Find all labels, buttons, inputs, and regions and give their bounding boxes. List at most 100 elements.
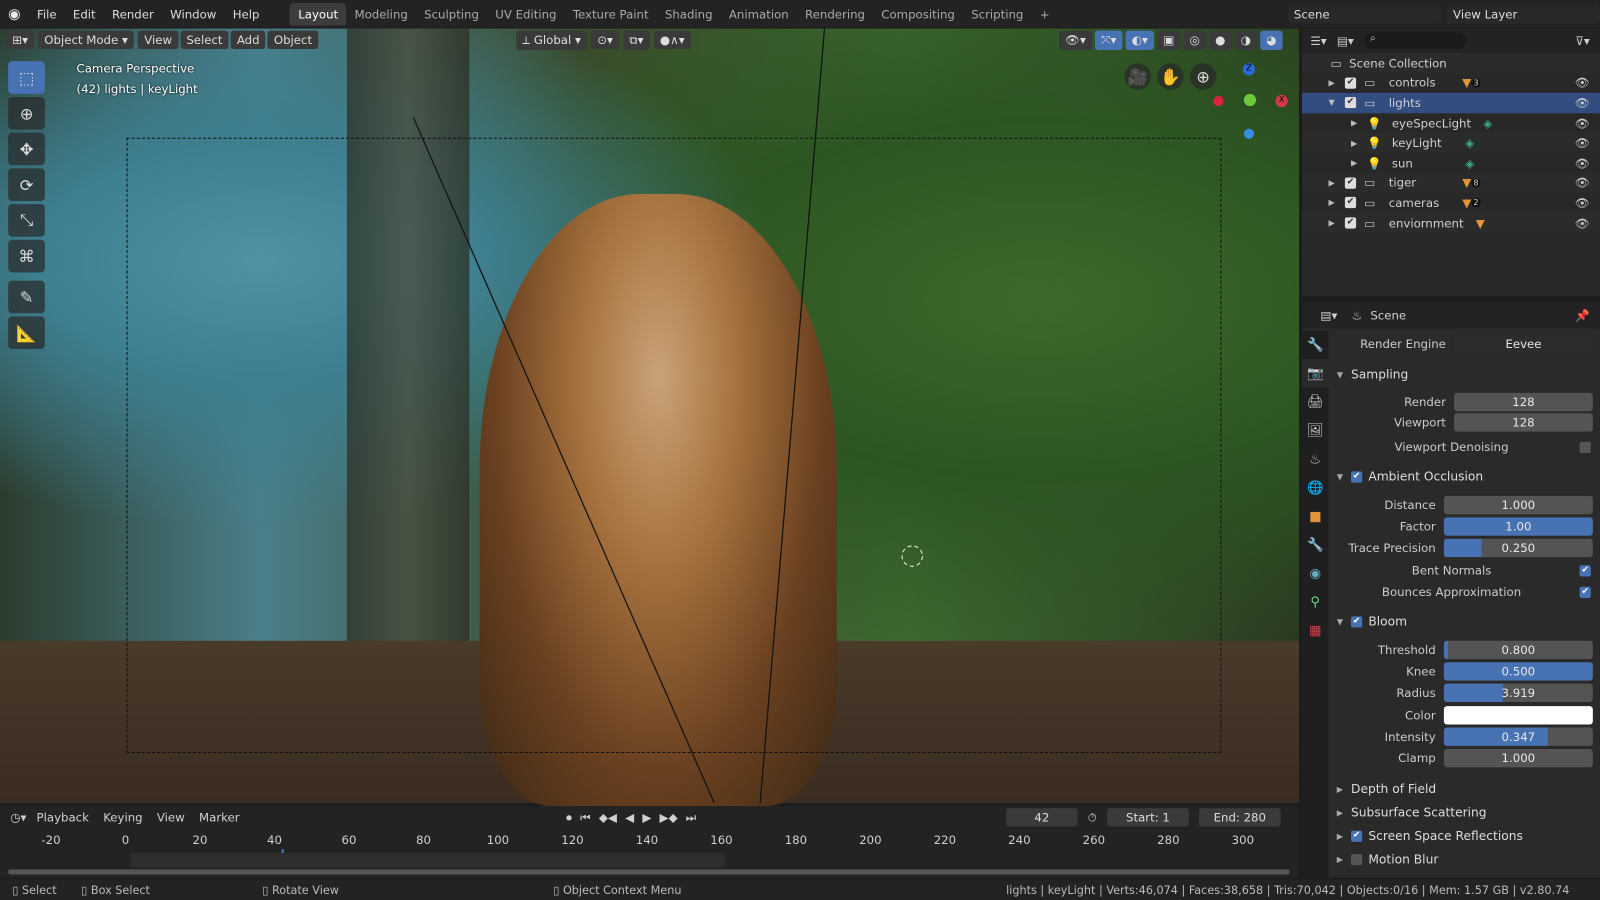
timeline-menu-playback[interactable]: Playback — [37, 810, 89, 824]
shading-rendered[interactable]: ◕ — [1260, 30, 1283, 50]
viewport-menu-object[interactable]: Object — [267, 30, 319, 49]
move-tool-icon[interactable]: ✥ — [8, 132, 45, 166]
collapsed-arrow-icon[interactable]: ▶ — [1351, 118, 1367, 127]
bloom-color-field[interactable] — [1443, 706, 1593, 725]
cursor-tool-icon[interactable]: ⊕ — [8, 96, 45, 130]
visibility-eye-icon[interactable]: 👁 — [1575, 216, 1590, 230]
render-engine-field[interactable]: Eevee — [1454, 334, 1593, 354]
outliner-item[interactable]: ▶ 💡 sun ◈ 👁 — [1302, 153, 1600, 173]
properties-tab-modifiers-icon[interactable]: 🔧 — [1302, 531, 1329, 560]
transform-orientation[interactable]: ⟂ Global ▾ — [516, 30, 588, 50]
visibility-eye-icon[interactable]: 👁 — [1575, 196, 1590, 210]
panel-subsurface-scattering[interactable]: ▶ Subsurface Scattering — [1337, 802, 1600, 822]
ambient-occlusion-panel-checkbox[interactable]: ✔ — [1351, 470, 1363, 483]
end-frame-field[interactable]: End: 280 — [1198, 808, 1281, 827]
properties-tab-world-icon[interactable]: 🌐 — [1302, 473, 1329, 502]
jump-start-icon[interactable]: ⏮ — [580, 810, 591, 825]
ao-distance-field[interactable]: 1.000 — [1443, 495, 1593, 515]
outliner-item[interactable]: ▶ ✔ ▭ controls ▼ 3 👁 — [1302, 73, 1600, 93]
visibility-eye-icon[interactable]: 👁 — [1575, 96, 1590, 110]
properties-tab-constraints-icon[interactable]: ⚲ — [1302, 588, 1329, 617]
properties-tab-view-layer-icon[interactable]: 🖼 — [1302, 416, 1329, 445]
visibility-button[interactable]: 👁▾ — [1058, 30, 1092, 50]
render-samples-field[interactable]: 128 — [1454, 392, 1593, 412]
collapsed-arrow-icon[interactable]: ▶ — [1351, 138, 1367, 147]
timeline-scrollbar[interactable] — [8, 869, 1290, 875]
outliner-item[interactable]: ▶ ✔ ▭ cameras ▼ 2 👁 — [1302, 193, 1600, 213]
outliner-item[interactable]: ▶ 💡 keyLight ◈ 👁 — [1302, 133, 1600, 154]
navigation-gizmo[interactable]: Z X — [1209, 61, 1291, 143]
timeline-menu-keying[interactable]: Keying — [103, 810, 142, 824]
properties-tab-texture-icon[interactable]: ▦ — [1302, 616, 1329, 645]
scene-selector[interactable]: Scene — [1287, 4, 1441, 23]
bloom-clamp-field[interactable]: 1.000 — [1443, 748, 1593, 768]
play-icon[interactable]: ▶ — [642, 810, 651, 825]
viewport-menu-select[interactable]: Select — [180, 30, 229, 49]
collapsed-arrow-icon[interactable]: ▶ — [1329, 78, 1345, 87]
collapsed-arrow-icon[interactable]: ▶ — [1329, 178, 1345, 187]
collapsed-arrow-icon[interactable]: ▶ — [1329, 198, 1345, 207]
bounces-approximation-checkbox[interactable]: ✔ — [1579, 586, 1591, 598]
properties-tab-render-icon[interactable]: 📷 — [1302, 359, 1329, 388]
outliner-editor-icon[interactable]: ☰▾ — [1310, 34, 1326, 48]
collapsed-arrow-icon[interactable]: ▶ — [1351, 158, 1367, 167]
bloom-knee-field[interactable]: 0.500 — [1443, 662, 1593, 681]
mode-selector[interactable]: Object Mode ▾ — [38, 30, 134, 49]
object-data-icon[interactable]: ◈ — [1483, 116, 1492, 130]
outliner-search-input[interactable]: ⌕ — [1364, 32, 1467, 49]
snap-button[interactable]: ⧉▾ — [623, 30, 650, 50]
bent-normals-checkbox[interactable]: ✔ — [1579, 564, 1591, 577]
panel-screen-space-reflections[interactable]: ▶ ✔ Screen Space Reflections — [1337, 826, 1600, 846]
object-data-icon[interactable]: ▼ — [1462, 176, 1471, 190]
bloom-panel-checkbox[interactable]: ✔ — [1351, 615, 1363, 628]
object-data-icon[interactable]: ▼ — [1462, 196, 1471, 210]
panel-motion-blur-checkbox[interactable] — [1351, 853, 1363, 865]
gizmo-button[interactable]: ⤧▾ — [1095, 30, 1123, 50]
bloom-radius-field[interactable]: 3.919 — [1443, 683, 1593, 703]
ao-trace-precision-field[interactable]: 0.250 — [1443, 538, 1593, 558]
object-data-icon[interactable]: ▼ — [1462, 76, 1471, 90]
outliner-item[interactable]: ▼ ✔ ▭ lights 👁 — [1302, 93, 1600, 114]
object-data-icon[interactable]: ◈ — [1465, 156, 1474, 170]
properties-tab-physics-icon[interactable]: ◉ — [1302, 559, 1329, 588]
bloom-intensity-field[interactable]: 0.347 — [1443, 727, 1593, 746]
properties-editor-icon[interactable]: ▤▾ — [1320, 308, 1337, 322]
current-frame-field[interactable]: 42 — [1006, 808, 1078, 827]
rotate-tool-icon[interactable]: ⟳ — [8, 168, 45, 202]
view-layer-selector[interactable]: View Layer — [1446, 4, 1600, 23]
expanded-arrow-icon[interactable]: ▼ — [1329, 98, 1345, 107]
panel-screen-space-reflections-checkbox[interactable]: ✔ — [1351, 830, 1363, 842]
start-frame-field[interactable]: Start: 1 — [1107, 808, 1189, 827]
viewport-menu-add[interactable]: Add — [230, 30, 266, 49]
editor-type-button[interactable]: ⊞▾ — [6, 30, 35, 49]
stopwatch-icon[interactable]: ⏱ — [1088, 810, 1097, 825]
visibility-eye-icon[interactable]: 👁 — [1575, 116, 1590, 130]
visibility-eye-icon[interactable]: 👁 — [1575, 76, 1590, 90]
shading-solid[interactable]: ● — [1209, 30, 1232, 50]
scene-collection-row[interactable]: ▭ Scene Collection — [1302, 53, 1600, 74]
jump-end-icon[interactable]: ⏭ — [686, 810, 697, 825]
scale-tool-icon[interactable]: ⤡ — [8, 204, 45, 237]
object-data-icon[interactable]: ▼ — [1476, 216, 1485, 230]
prev-keyframe-icon[interactable]: ◆◀ — [599, 810, 617, 825]
outliner-item[interactable]: ▶ ✔ ▭ enviornment ▼ 👁 — [1302, 213, 1600, 234]
exclude-checkbox[interactable]: ✔ — [1344, 197, 1357, 209]
timeline-editor-icon[interactable]: ◷▾ — [10, 810, 26, 824]
pivot-button[interactable]: ⊙▾ — [591, 30, 620, 49]
filter-icon[interactable]: ⊽▾ — [1575, 34, 1600, 48]
timeline-menu-view[interactable]: View — [157, 810, 185, 824]
exclude-checkbox[interactable]: ✔ — [1344, 97, 1357, 109]
camera-view-icon[interactable]: 🎥 — [1124, 63, 1152, 90]
properties-tab-object-icon[interactable]: ■ — [1302, 502, 1329, 531]
frame-ruler[interactable]: -20 0 20 40 60 80 100 120 140 160 180 200 220 240 260 2… — [0, 829, 1299, 860]
measure-tool-icon[interactable]: 📐 — [8, 316, 45, 349]
pin-icon[interactable]: 📌 — [1575, 308, 1600, 322]
proportional-edit-button[interactable]: ●∧▾ — [653, 30, 691, 49]
outliner-item[interactable]: ▶ ✔ ▭ tiger ▼ 8 👁 — [1302, 173, 1600, 194]
pan-hand-icon[interactable]: ✋ — [1157, 63, 1184, 90]
bloom-panel[interactable]: ▼ ✔ Bloom — [1337, 611, 1600, 631]
sampling-panel[interactable]: ▼ Sampling — [1337, 364, 1600, 384]
shading-material[interactable]: ◑ — [1234, 30, 1258, 50]
viewport-samples-field[interactable]: 128 — [1454, 413, 1593, 432]
collapsed-arrow-icon[interactable]: ▶ — [1329, 218, 1345, 227]
